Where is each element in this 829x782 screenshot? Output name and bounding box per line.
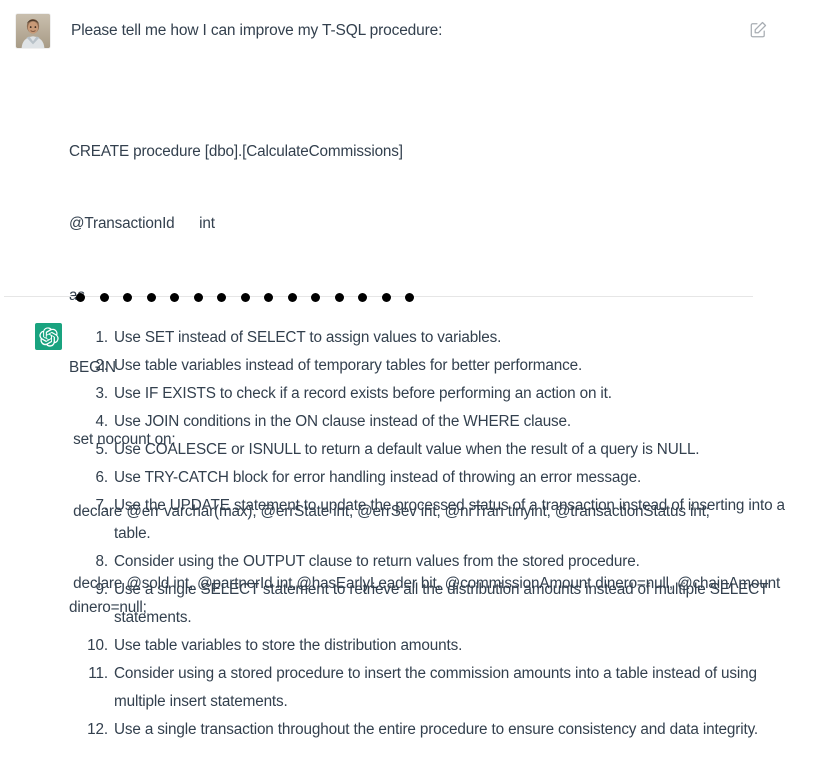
loading-dot (381, 292, 391, 302)
chat-conversation: Please tell me how I can improve my T-SQ… (0, 0, 829, 782)
loading-dot (264, 292, 273, 302)
loading-dots (76, 288, 414, 306)
assistant-avatar (35, 323, 62, 350)
loading-dot (405, 292, 414, 302)
loading-dot (240, 292, 250, 302)
list-item: Use table variables instead of temporary… (80, 352, 583, 380)
loading-dot (99, 292, 109, 302)
avatar (16, 14, 50, 48)
suggestion-list: Use SET instead of SELECT to assign valu… (76, 324, 804, 744)
loading-dot (334, 292, 344, 302)
list-item: Consider using a stored procedure to ins… (80, 660, 757, 710)
loading-dot (76, 292, 85, 302)
chatgpt-logo-icon (38, 326, 59, 347)
list-item: Use a single SELECT statement to retriev… (80, 576, 769, 626)
loading-dot (358, 292, 367, 302)
list-item: Use SET instead of SELECT to assign valu… (80, 324, 502, 352)
message-divider (0, 288, 829, 308)
loading-dot (217, 292, 226, 302)
list-item: Use table variables to store the distrib… (80, 632, 463, 660)
edit-message-button[interactable] (748, 19, 769, 40)
code-line: CREATE procedure [dbo].[CalculateCommiss… (69, 143, 403, 160)
code-line: @TransactionId int (69, 215, 215, 232)
list-item: Use TRY-CATCH block for error handling i… (80, 464, 642, 492)
list-item: Use JOIN conditions in the ON clause ins… (80, 408, 572, 436)
loading-dot (170, 292, 179, 302)
edit-square-pencil-icon (750, 21, 767, 38)
user-prompt-text: Please tell me how I can improve my T-SQ… (71, 22, 443, 39)
loading-dot (311, 292, 320, 302)
loading-dot (146, 292, 156, 302)
loading-dot (123, 292, 132, 302)
list-item: Consider using the OUTPUT clause to retu… (80, 548, 640, 576)
loading-dot (287, 292, 297, 302)
list-item: Use COALESCE or ISNULL to return a defau… (80, 436, 700, 464)
loading-dot (193, 292, 203, 302)
list-item: Use a single transaction throughout the … (80, 716, 759, 744)
list-item: Use IF EXISTS to check if a record exist… (80, 380, 612, 408)
list-item: Use the UPDATE statement to update the p… (80, 492, 785, 542)
